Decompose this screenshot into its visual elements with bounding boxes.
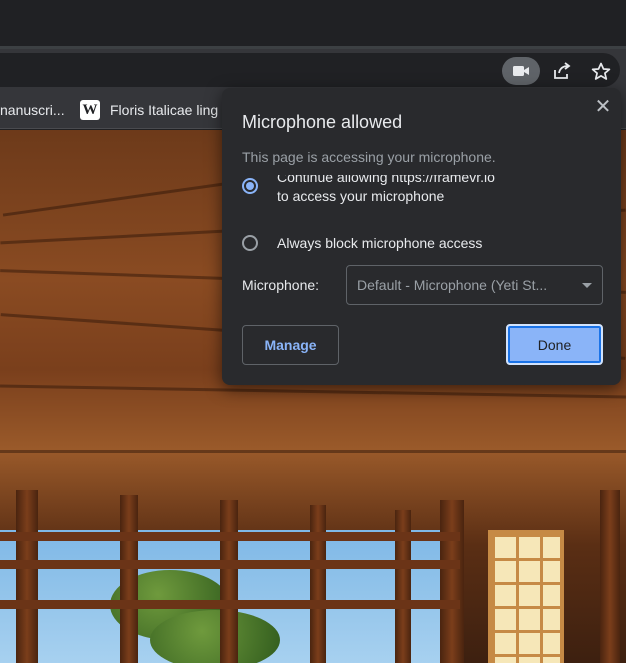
share-icon (554, 62, 571, 79)
bonsai-tree (150, 610, 280, 663)
radio-scroll-area: Continue allowing https://framevr.io to … (242, 175, 602, 222)
bookmark-item[interactable]: W Floris Italicae ling (80, 91, 230, 129)
camera-permission-button[interactable] (502, 57, 540, 85)
wooden-rail (0, 600, 460, 609)
close-button[interactable]: ✕ (592, 96, 614, 118)
popup-title: Microphone allowed (242, 112, 403, 132)
radio-button-checked[interactable] (242, 178, 258, 194)
chevron-down-icon (582, 283, 592, 288)
bookmark-label: Floris Italicae ling (110, 102, 219, 118)
share-button[interactable] (543, 57, 581, 85)
radio-option-block-label: Always block microphone access (277, 235, 483, 251)
wooden-rail (0, 560, 460, 569)
star-icon (591, 62, 611, 80)
microphone-label: Microphone: (242, 277, 320, 293)
bookmark-star-button[interactable] (582, 57, 620, 85)
bookmark-label: nanuscri... (0, 102, 64, 118)
wikipedia-icon: W (80, 100, 100, 120)
wooden-post (120, 495, 138, 663)
shoji-lantern (488, 530, 564, 663)
tab-strip (0, 0, 626, 48)
microphone-select[interactable]: Default - Microphone (Yeti St... (346, 265, 603, 305)
wooden-post (220, 500, 238, 663)
microphone-select-value: Default - Microphone (Yeti St... (357, 277, 548, 293)
camera-icon (513, 66, 529, 76)
shoji-grid (492, 534, 560, 663)
microphone-permission-popup: ✕ Microphone allowed This page is access… (222, 88, 621, 385)
wooden-post (16, 490, 38, 663)
wooden-rail (0, 532, 460, 541)
radio-option-block[interactable]: Always block microphone access (242, 234, 577, 253)
radio-option-allow-label: Continue allowing https://framevr.io to … (277, 175, 495, 204)
roof-beam (0, 384, 626, 399)
wooden-post (310, 505, 326, 663)
wooden-post (600, 490, 620, 663)
close-icon: ✕ (594, 96, 612, 118)
radio-option-allow[interactable]: Continue allowing https://framevr.io to … (242, 175, 507, 206)
bookmark-item[interactable]: nanuscri... (0, 91, 64, 129)
radio-button[interactable] (242, 235, 258, 251)
manage-button[interactable]: Manage (242, 325, 339, 365)
popup-subtitle: This page is accessing your microphone. (242, 149, 496, 165)
done-button[interactable]: Done (506, 324, 603, 365)
roof-beam (0, 450, 626, 453)
wooden-post (440, 500, 464, 663)
